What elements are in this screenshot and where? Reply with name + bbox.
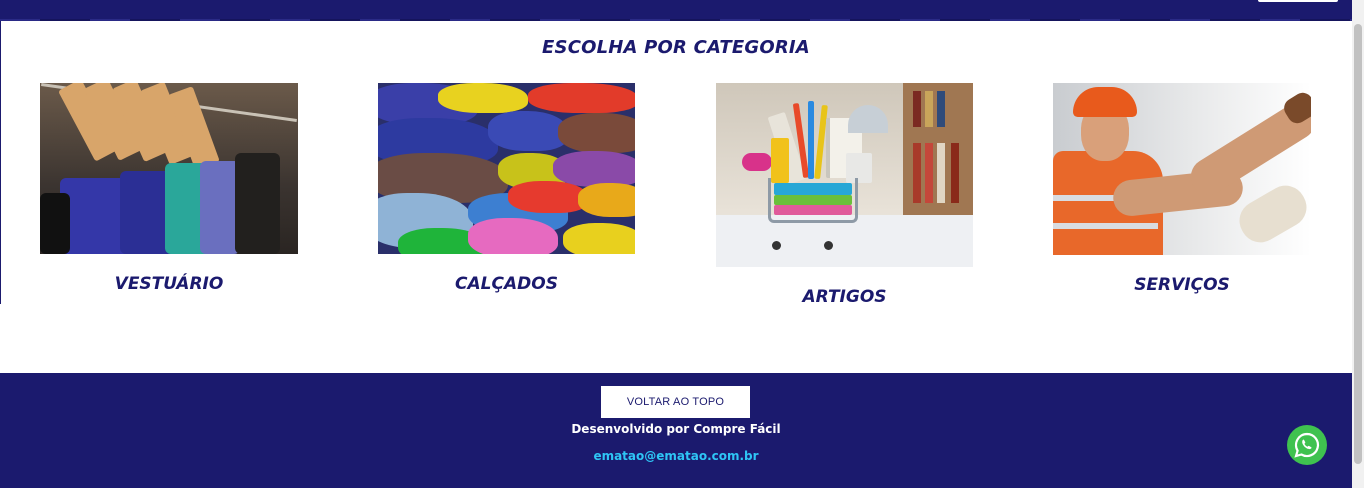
category-servicos[interactable]: SERVIÇOS xyxy=(1053,83,1311,303)
section-title: ESCOLHA POR CATEGORIA xyxy=(542,37,810,58)
category-label-calcados[interactable]: CALÇADOS xyxy=(378,274,635,294)
category-label-artigos[interactable]: ARTIGOS xyxy=(716,287,973,307)
category-image-servicos[interactable] xyxy=(1053,83,1311,255)
footer: VOLTAR AO TOPO Desenvolvido por Compre F… xyxy=(0,373,1352,488)
back-to-top-button[interactable]: VOLTAR AO TOPO xyxy=(601,386,750,418)
header-logo[interactable] xyxy=(1258,0,1338,2)
scrollbar-thumb[interactable] xyxy=(1354,24,1362,464)
category-artigos[interactable]: ARTIGOS xyxy=(716,83,973,313)
header-decoration xyxy=(0,19,1352,21)
category-label-servicos[interactable]: SERVIÇOS xyxy=(1053,275,1311,295)
developed-by-text: Desenvolvido por Compre Fácil xyxy=(571,422,781,436)
vertical-scrollbar[interactable] xyxy=(1352,0,1364,488)
header-bar xyxy=(0,0,1352,21)
email-link[interactable]: ematao@ematao.com.br xyxy=(0,449,1352,463)
whatsapp-button[interactable] xyxy=(1287,425,1327,465)
left-divider xyxy=(0,21,1,304)
whatsapp-icon xyxy=(1294,432,1319,458)
category-image-artigos[interactable] xyxy=(716,83,973,267)
category-image-calcados[interactable] xyxy=(378,83,635,254)
category-label-vestuario[interactable]: VESTUÁRIO xyxy=(40,274,298,294)
category-image-vestuario[interactable] xyxy=(40,83,298,254)
category-calcados[interactable]: CALÇADOS xyxy=(378,83,635,303)
category-vestuario[interactable]: VESTUÁRIO xyxy=(40,83,298,303)
